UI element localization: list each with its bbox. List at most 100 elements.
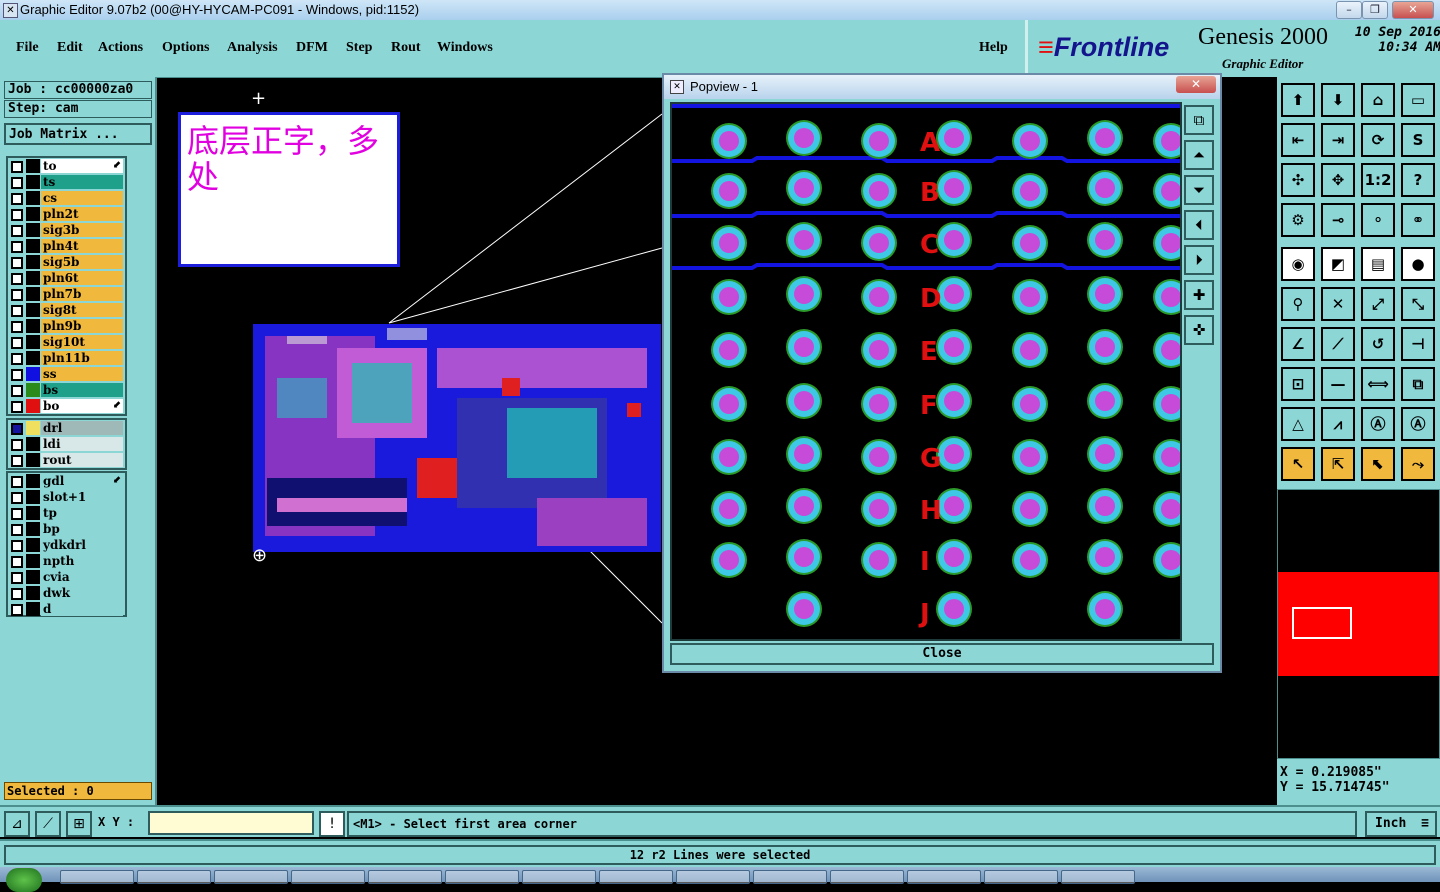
pv-pan-right-icon[interactable]: ⏵ [1184,245,1214,275]
layer-name[interactable]: sig5b [41,255,123,269]
center-icon[interactable]: ✥ [1321,163,1355,197]
circle-icon[interactable]: ● [1401,247,1435,281]
layer-name[interactable]: npth [41,554,123,568]
layer-checkbox[interactable] [11,385,23,397]
layer-checkbox[interactable] [11,476,23,488]
layer-color-swatch[interactable] [26,271,40,285]
home-icon[interactable]: ⌂ [1361,83,1395,117]
layer-checkbox[interactable] [11,572,23,584]
layer-name[interactable]: rout [41,453,123,467]
layer-row-pln7b[interactable]: pln7b [8,286,125,302]
layer-color-swatch[interactable] [26,586,40,600]
layer-color-swatch[interactable] [26,474,40,488]
line2-icon[interactable]: ⤡ [1401,287,1435,321]
layer-name[interactable]: cs [41,191,123,205]
layer-checkbox[interactable] [11,161,23,173]
layer-checkbox[interactable] [11,455,23,467]
layer-row-pln2t[interactable]: pln2t [8,206,125,222]
layer-checkbox[interactable] [11,289,23,301]
layer-color-swatch[interactable] [26,421,40,435]
layer-color-swatch[interactable] [26,175,40,189]
layer-row-sig5b[interactable]: sig5b [8,254,125,270]
layer-checkbox[interactable] [11,257,23,269]
layer-color-swatch[interactable] [26,191,40,205]
layer-color-swatch[interactable] [26,570,40,584]
layer-checkbox[interactable] [11,492,23,504]
fit-all-icon[interactable]: ✣ [1281,163,1315,197]
layer-color-swatch[interactable] [26,351,40,365]
measure-icon[interactable]: ⟋ [35,811,61,837]
layer-checkbox[interactable] [11,177,23,189]
layer-row-rout[interactable]: rout [8,452,125,468]
layer-checkbox[interactable] [11,353,23,365]
pv-pan-up-icon[interactable]: ⏶ [1184,140,1214,170]
layer-checkbox[interactable] [11,225,23,237]
layer-row-bs[interactable]: bs [8,382,125,398]
move-to-top-icon[interactable]: ⬆ [1281,83,1315,117]
menu-help[interactable]: Help [979,40,1008,56]
layer-row-bp[interactable]: bp [8,521,125,537]
layer-row-ldi[interactable]: ldi [8,436,125,452]
minimize-button[interactable]: – [1336,1,1362,19]
layer-name[interactable]: dwk [41,586,123,600]
layer-checkbox[interactable] [11,604,23,616]
layer-row-ts[interactable]: ts [8,174,125,190]
layer-name[interactable]: drl [41,421,123,435]
peak-icon[interactable]: ⩘ [1321,407,1355,441]
layer-checkbox[interactable] [11,439,23,451]
fence-icon[interactable]: ⊣ [1401,327,1435,361]
layer-color-swatch[interactable] [26,319,40,333]
layer-name[interactable]: bp [41,522,123,536]
layer-color-swatch[interactable] [26,207,40,221]
help-icon[interactable]: ? [1401,163,1435,197]
menu-edit[interactable]: Edit [57,40,83,56]
pv-pan-left-icon[interactable]: ⏴ [1184,210,1214,240]
layer-color-swatch[interactable] [26,255,40,269]
layer-row-sig3b[interactable]: sig3b [8,222,125,238]
window-icon[interactable]: ▭ [1401,83,1435,117]
pv-zoom-in-icon[interactable]: ✚ [1184,280,1214,310]
layer-name[interactable]: cvia [41,570,123,584]
layer-color-swatch[interactable] [26,303,40,317]
layer-name[interactable]: bs [41,383,123,397]
layer-row-drl[interactable]: drl [8,420,125,436]
layer-color-swatch[interactable] [26,399,40,413]
layer-checkbox[interactable] [11,321,23,333]
layer-name[interactable]: gdl ⬋ [41,474,123,488]
close-window-button[interactable]: ✕ [1392,1,1434,19]
layer-name[interactable]: ldi [41,437,123,451]
layer-row-pln6t[interactable]: pln6t [8,270,125,286]
layer-row-bo[interactable]: bo ⬋ [8,398,125,414]
layer-row-gdl[interactable]: gdl ⬋ [8,473,125,489]
select-icon[interactable]: ↖ [1281,447,1315,481]
layer-color-swatch[interactable] [26,367,40,381]
layer-row-tp[interactable]: tp [8,505,125,521]
layer-color-swatch[interactable] [26,335,40,349]
overview-map[interactable] [1277,489,1440,759]
layer-checkbox[interactable] [11,423,23,435]
layer-row-cs[interactable]: cs [8,190,125,206]
layer-name[interactable]: ss [41,367,123,381]
box-icon[interactable]: ⊡ [1281,367,1315,401]
triangle-icon[interactable]: △ [1281,407,1315,441]
layer-name[interactable]: ydkdrl [41,538,123,552]
layer-checkbox[interactable] [11,273,23,285]
layer-pair2-icon[interactable]: ⚭ [1401,203,1435,237]
connect-icon[interactable]: ⊸ [1321,203,1355,237]
layer-row-ss[interactable]: ss [8,366,125,382]
menu-actions[interactable]: Actions [98,40,143,56]
layer-name[interactable]: pln2t [41,207,123,221]
layer-name[interactable]: ts [41,175,123,189]
layer-name[interactable]: d [41,602,123,616]
layer-name[interactable]: pln9b [41,319,123,333]
layer-row-ydkdrl[interactable]: ydkdrl [8,537,125,553]
select-net-icon[interactable]: ⤳ [1401,447,1435,481]
layer-row-sig10t[interactable]: sig10t [8,334,125,350]
text-b-icon[interactable]: Ⓐ [1401,407,1435,441]
maximize-button[interactable]: ❐ [1362,1,1388,19]
pv-zoom-fit-icon[interactable]: ⧉ [1184,105,1214,135]
settings-icon[interactable]: ⚙ [1281,203,1315,237]
layer-checkbox[interactable] [11,588,23,600]
layer-color-swatch[interactable] [26,159,40,173]
layer-color-swatch[interactable] [26,287,40,301]
